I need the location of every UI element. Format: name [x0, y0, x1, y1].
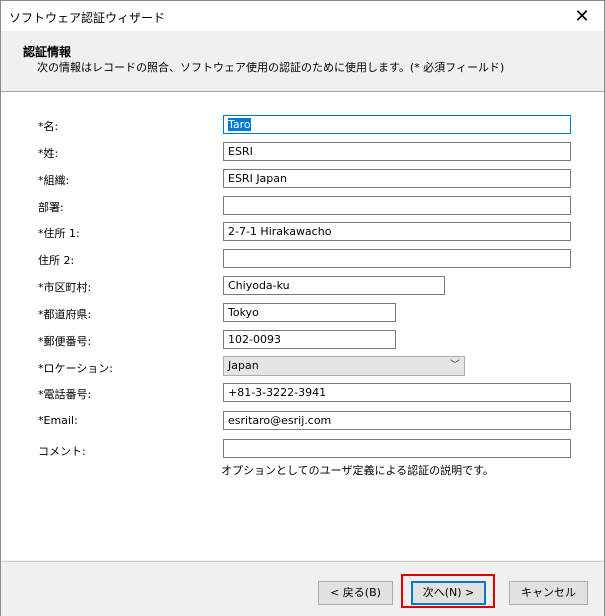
- first-name-value: Taro: [228, 118, 251, 131]
- form-panel: *名: Taro *姓: ESRI *組織: ESRI Japan 部署: *住…: [1, 92, 604, 560]
- close-icon: ✕: [574, 5, 590, 27]
- email-label: *Email:: [38, 414, 78, 427]
- wizard-window: ソフトウェア認証ウィザード ✕ 認証情報 次の情報はレコードの照合、ソフトウェア…: [0, 0, 605, 616]
- last-name-label: *姓:: [38, 147, 59, 160]
- location-label: *ロケーション:: [38, 362, 113, 375]
- city-input[interactable]: Chiyoda-ku: [223, 276, 445, 295]
- email-input[interactable]: esritaro@esrij.com: [223, 411, 571, 430]
- header-title: 認証情報: [23, 45, 72, 59]
- chevron-down-icon: ﹀: [450, 360, 460, 371]
- cancel-button[interactable]: キャンセル: [509, 581, 588, 605]
- wizard-header: 認証情報 次の情報はレコードの照合、ソフトウェア使用の認証のために使用します。(…: [1, 31, 604, 92]
- department-input[interactable]: [223, 196, 571, 215]
- close-button[interactable]: ✕: [560, 1, 604, 31]
- back-button[interactable]: < 戻る(B): [318, 581, 393, 605]
- city-label: *市区町村:: [38, 281, 92, 294]
- comment-hint: オプションとしてのユーザ定義による認証の説明です。: [221, 464, 495, 477]
- first-name-input[interactable]: Taro: [223, 115, 571, 134]
- last-name-input[interactable]: ESRI: [223, 142, 571, 161]
- comment-input[interactable]: [223, 439, 571, 458]
- organization-label: *組織:: [38, 174, 70, 187]
- prefecture-input[interactable]: Tokyo: [223, 303, 396, 322]
- phone-label: *電話番号:: [38, 388, 92, 401]
- address1-label: *住所 1:: [38, 227, 80, 240]
- next-button[interactable]: 次へ(N) >: [411, 581, 486, 605]
- address2-input[interactable]: [223, 249, 571, 268]
- address1-input[interactable]: 2-7-1 Hirakawacho: [223, 222, 571, 241]
- first-name-label: *名:: [38, 120, 59, 133]
- postal-code-label: *郵便番号:: [38, 335, 92, 348]
- header-description: 次の情報はレコードの照合、ソフトウェア使用の認証のために使用します。(* 必須フ…: [37, 61, 505, 74]
- organization-input[interactable]: ESRI Japan: [223, 169, 571, 188]
- location-select[interactable]: Japan ﹀: [223, 356, 465, 376]
- phone-input[interactable]: +81-3-3222-3941: [223, 383, 571, 402]
- window-title: ソフトウェア認証ウィザード: [9, 11, 166, 25]
- comment-label: コメント:: [38, 445, 86, 458]
- address2-label: 住所 2:: [38, 254, 75, 267]
- department-label: 部署:: [38, 201, 64, 214]
- postal-code-input[interactable]: 102-0093: [223, 330, 396, 349]
- title-bar: ソフトウェア認証ウィザード ✕: [1, 1, 604, 31]
- wizard-footer: < 戻る(B) 次へ(N) > キャンセル: [1, 561, 604, 616]
- prefecture-label: *都道府県:: [38, 308, 92, 321]
- location-value: Japan: [228, 359, 259, 372]
